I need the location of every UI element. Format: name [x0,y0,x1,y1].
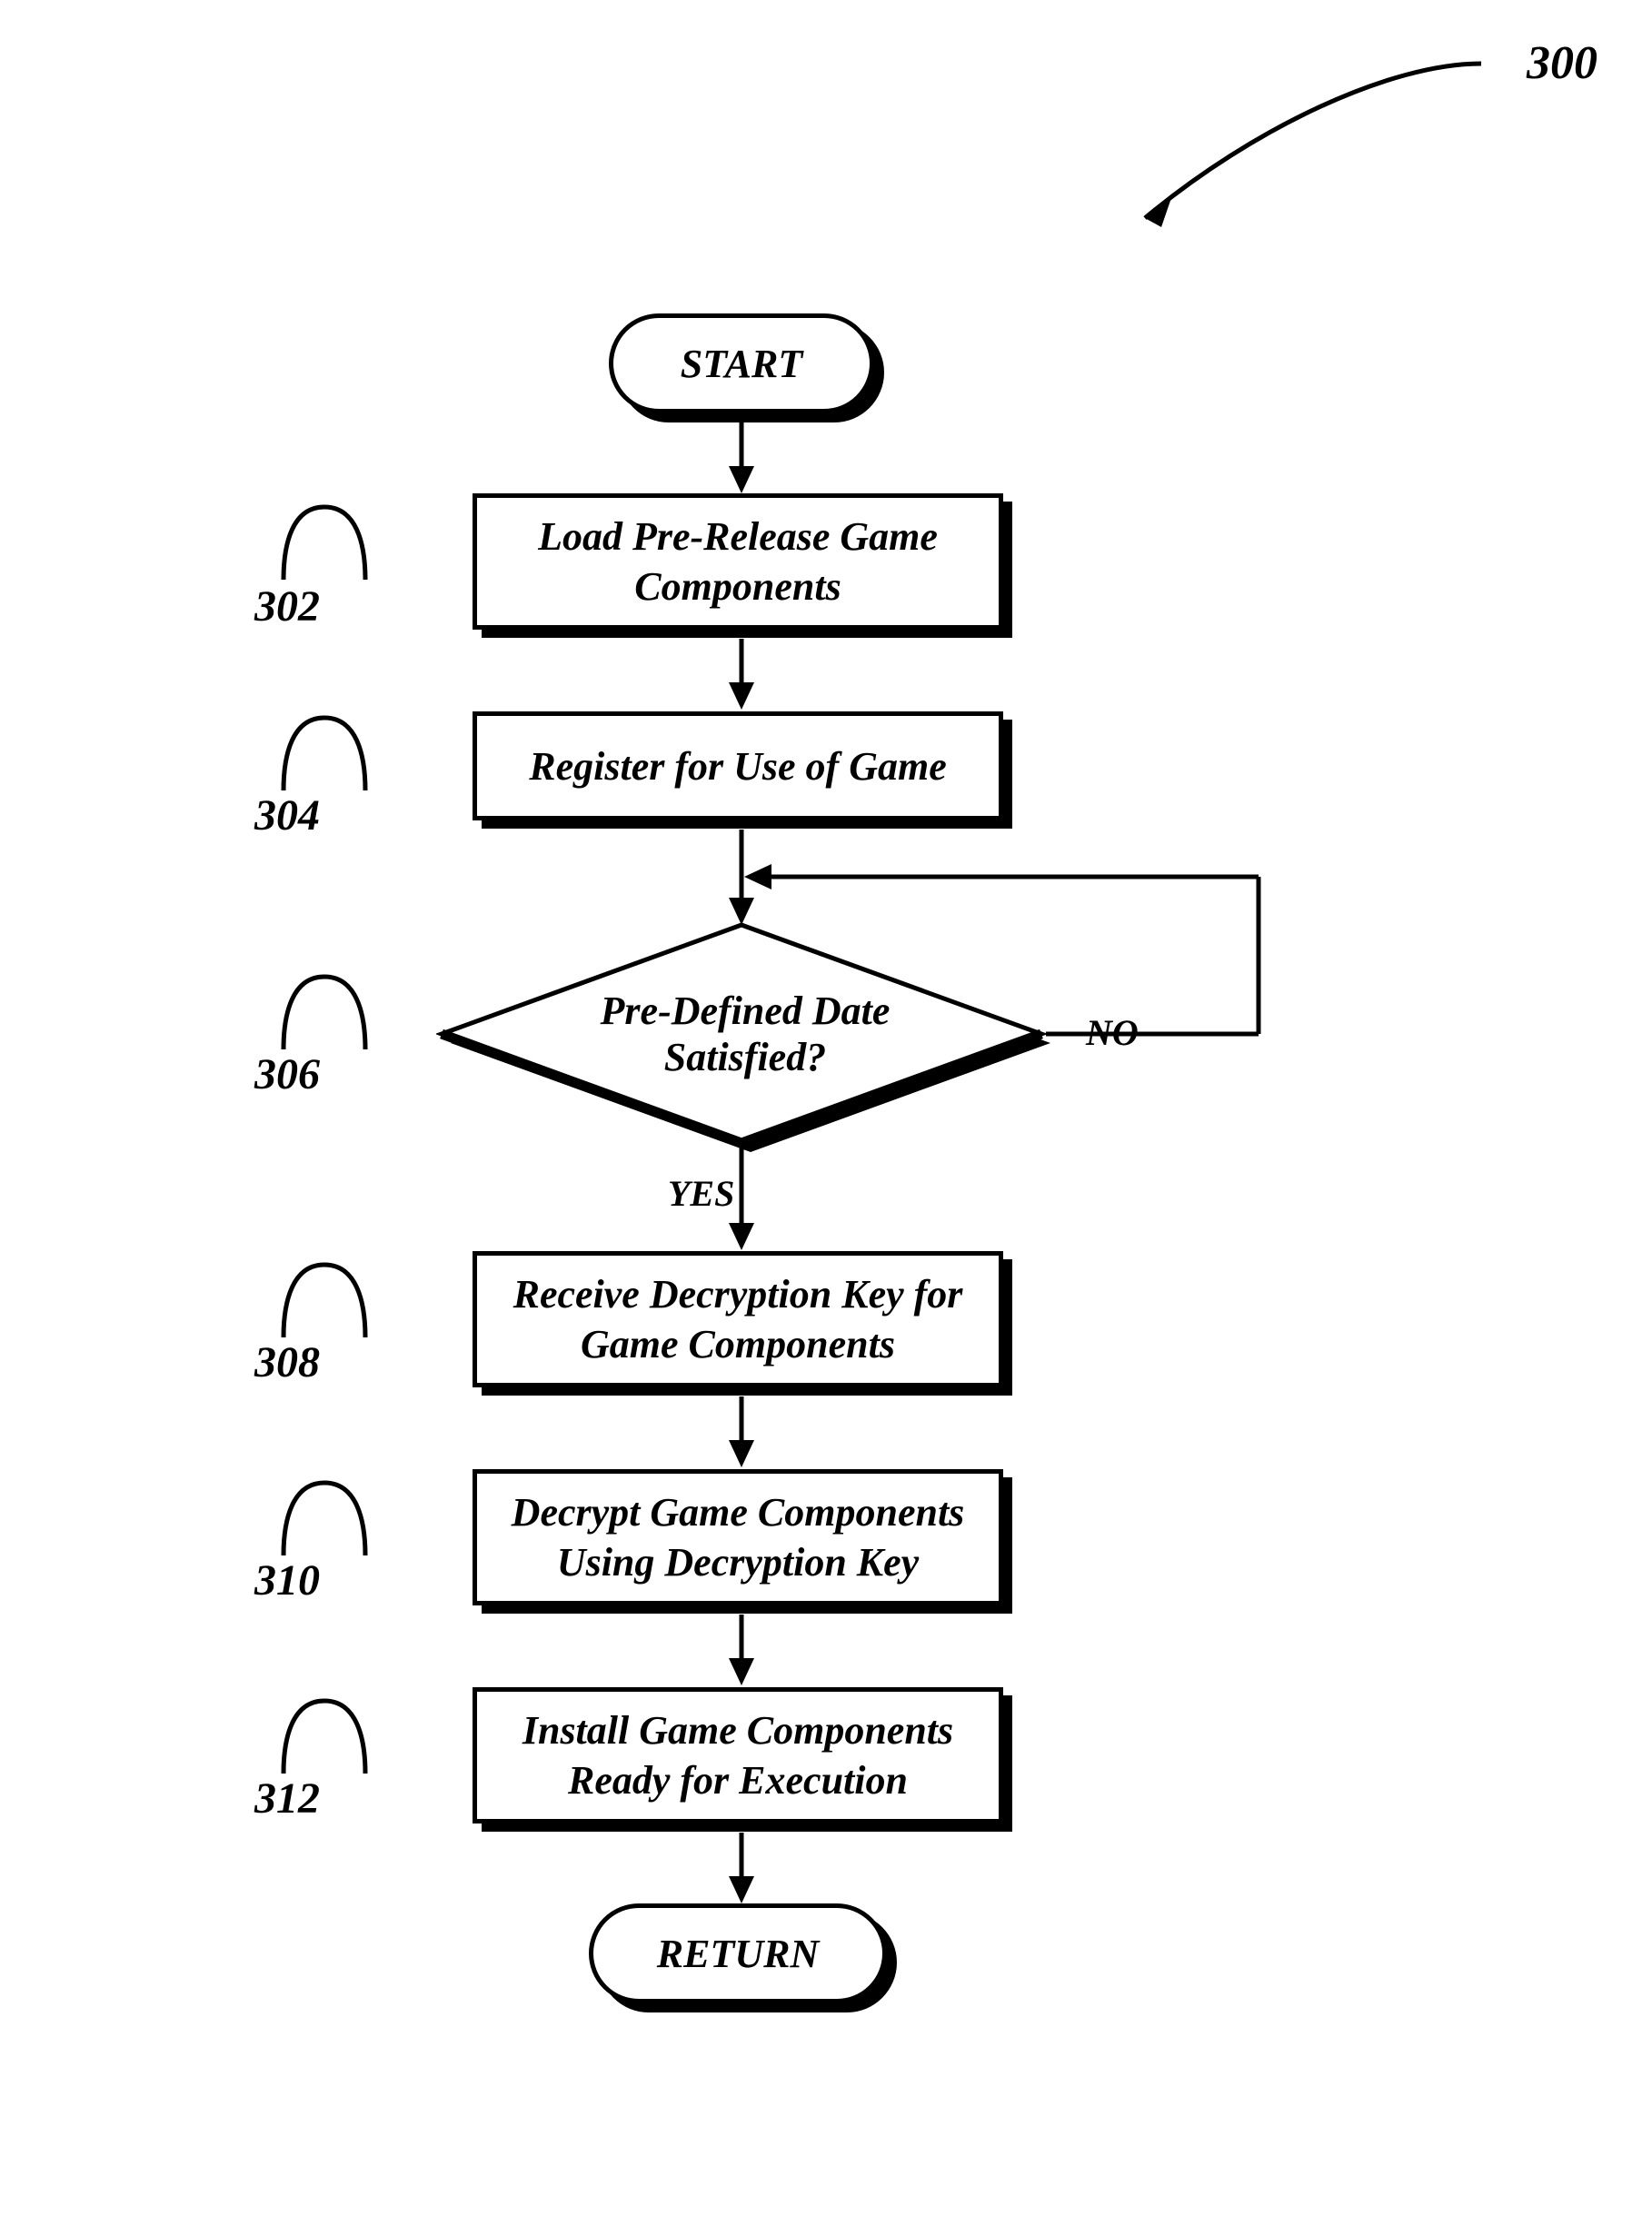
step-302-line1: Load Pre-Release Game [538,512,938,561]
step-312-box: Install Game Components Ready for Execut… [473,1687,1003,1823]
step-302-box: Load Pre-Release Game Components [473,493,1003,630]
no-loop-path [741,859,1286,1058]
ref-308-curve [274,1256,374,1346]
ref-312-curve [274,1692,374,1783]
step-308-box: Receive Decryption Key for Game Componen… [473,1251,1003,1387]
ref-310: 310 [254,1555,320,1605]
step-312-line2: Ready for Execution [568,1755,908,1805]
ref-302-curve [274,498,374,589]
ref-302: 302 [254,581,320,631]
ref-304: 304 [254,790,320,840]
figure-number: 300 [1527,36,1597,90]
step-308-line2: Game Components [581,1319,895,1369]
step-302-line2: Components [634,561,841,611]
branch-no-label: NO [1086,1011,1139,1054]
arrow-312-return [723,1823,760,1905]
figure-ref-arrow [1118,36,1518,245]
arrow-310-312 [723,1605,760,1687]
return-terminal: RETURN [589,1903,887,2003]
return-label: RETURN [657,1931,819,1977]
step-312-line1: Install Game Components [522,1705,953,1755]
step-310-line1: Decrypt Game Components [512,1487,965,1537]
step-304-line1: Register for Use of Game [529,741,947,791]
flowchart-canvas: 300 START Load Pre-Release Game Componen… [0,0,1652,2216]
step-310-box: Decrypt Game Components Using Decryption… [473,1469,1003,1605]
branch-yes-label: YES [668,1172,734,1215]
arrow-start-302 [723,413,760,495]
step-304-box: Register for Use of Game [473,711,1003,820]
step-308-line1: Receive Decryption Key for [513,1269,963,1319]
step-310-line2: Using Decryption Key [557,1537,919,1587]
ref-306: 306 [254,1049,320,1099]
start-label: START [681,341,803,387]
start-terminal: START [609,313,874,413]
arrow-302-304 [723,630,760,711]
ref-312: 312 [254,1774,320,1823]
ref-306-curve [274,968,374,1058]
arrow-308-310 [723,1387,760,1469]
ref-308: 308 [254,1337,320,1387]
ref-310-curve [274,1474,374,1565]
ref-304-curve [274,709,374,800]
